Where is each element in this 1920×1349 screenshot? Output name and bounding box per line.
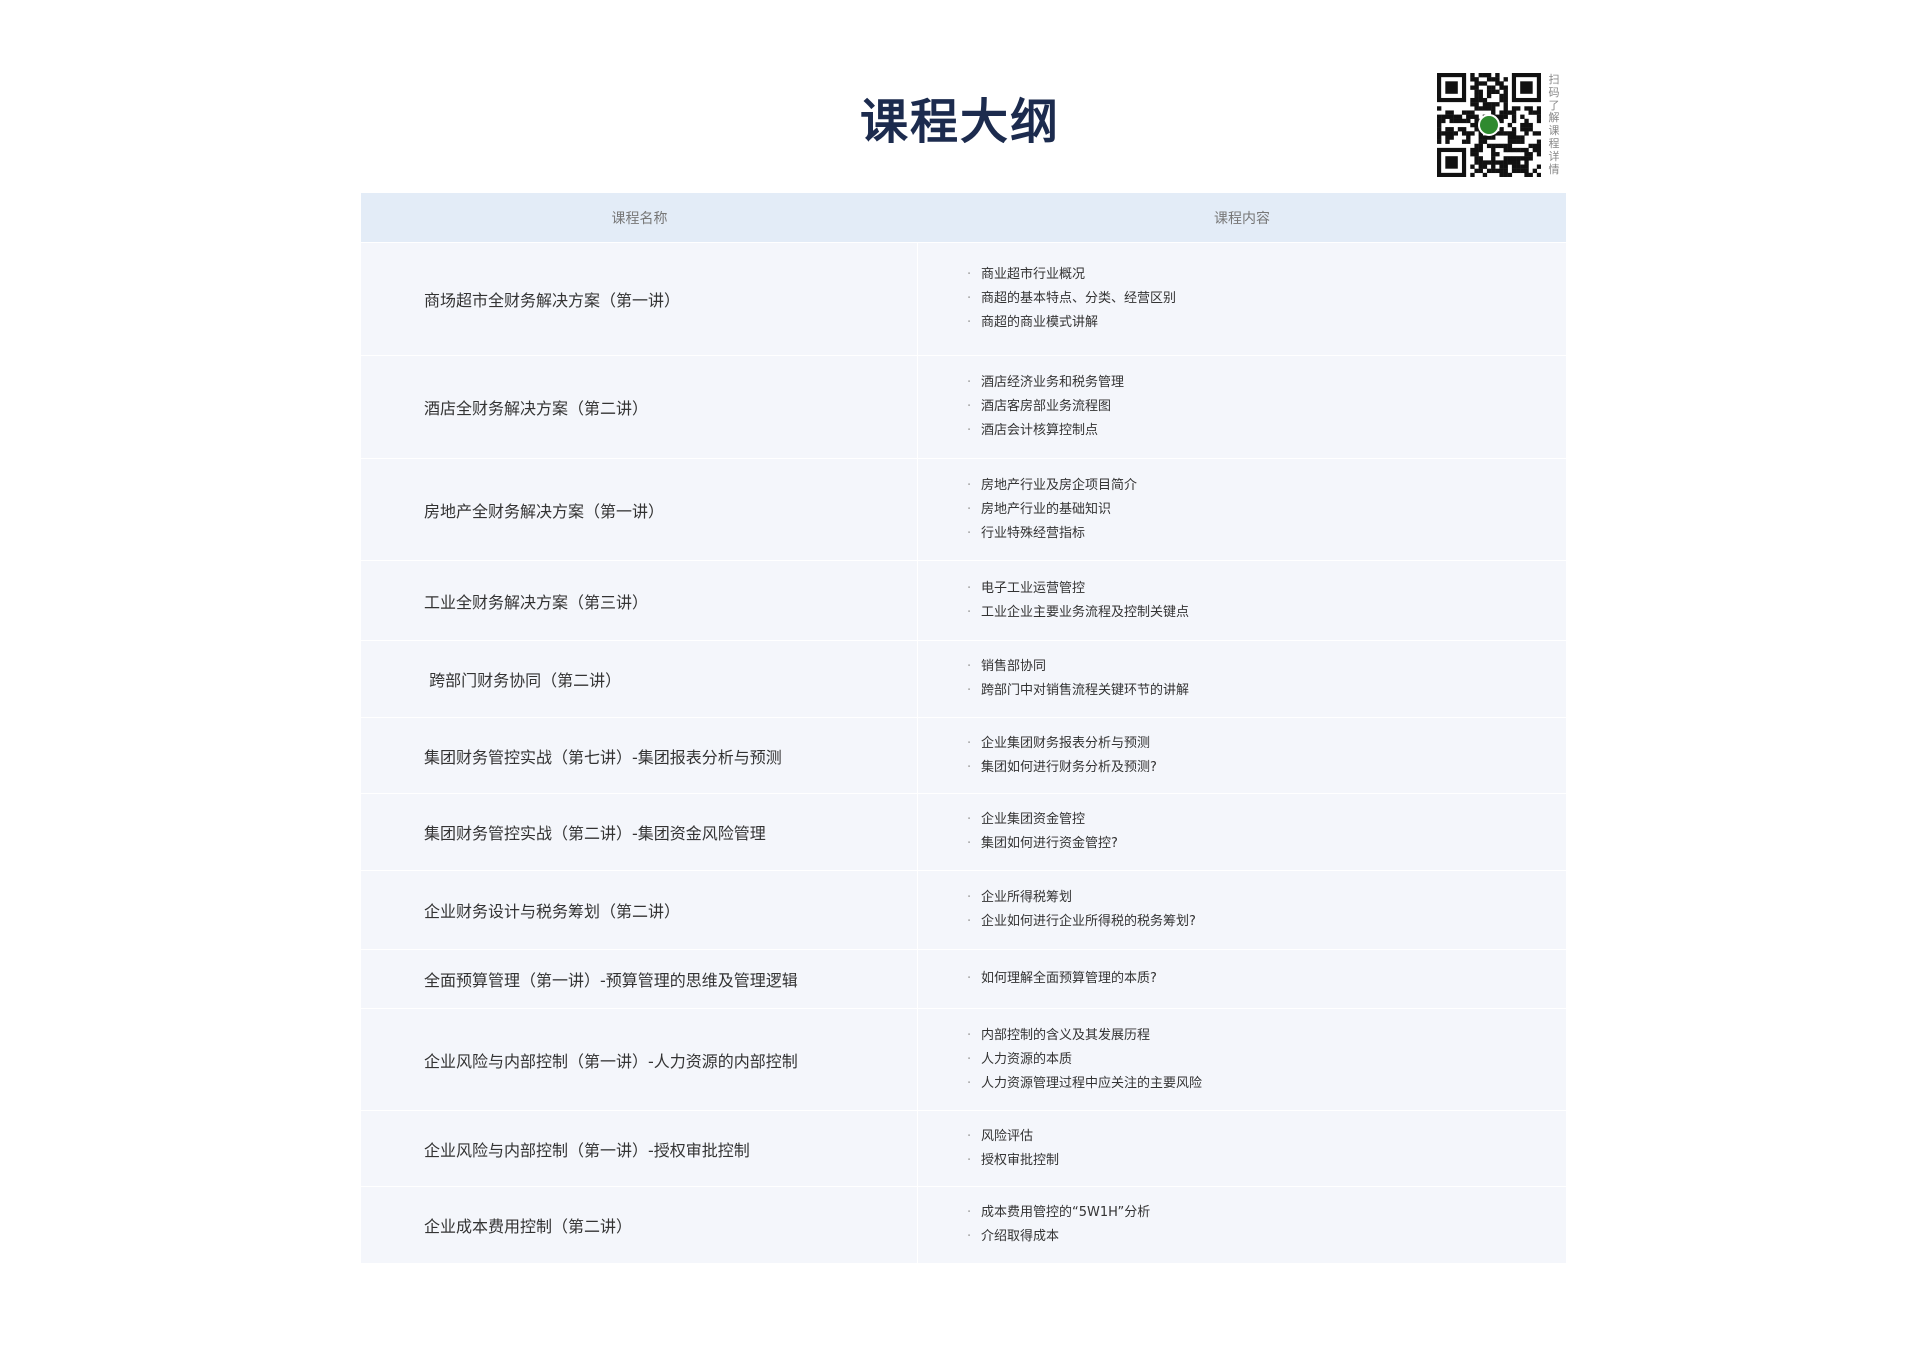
topic-list: 酒店经济业务和税务管理酒店客房部业务流程图酒店会计核算控制点: [967, 371, 1566, 443]
topic-list: 企业所得税筹划企业如何进行企业所得税的税务筹划?: [967, 886, 1566, 934]
topic-list: 如何理解全面预算管理的本质?: [967, 967, 1566, 991]
topic-item: 人力资源管理过程中应关注的主要风险: [967, 1072, 1566, 1096]
course-outline-table: 课程名称 课程内容 商场超市全财务解决方案（第一讲） 商业超市行业概况商超的基本特…: [361, 193, 1566, 1263]
topic-list: 风险评估授权审批控制: [967, 1125, 1566, 1173]
table-row: 集团财务管控实战（第二讲）-集团资金风险管理 企业集团资金管控集团如何进行资金管控…: [361, 793, 1566, 870]
table-row: 工业全财务解决方案（第三讲） 电子工业运营管控工业企业主要业务流程及控制关键点: [361, 560, 1566, 640]
course-name-cell: 企业财务设计与税务筹划（第二讲）: [361, 870, 918, 949]
topic-list: 内部控制的含义及其发展历程人力资源的本质人力资源管理过程中应关注的主要风险: [967, 1024, 1566, 1096]
topic-item: 集团如何进行资金管控?: [967, 832, 1566, 856]
topic-list: 房地产行业及房企项目简介房地产行业的基础知识行业特殊经营指标: [967, 474, 1566, 546]
topic-item: 跨部门中对销售流程关键环节的讲解: [967, 679, 1566, 703]
table-row: 商场超市全财务解决方案（第一讲） 商业超市行业概况商超的基本特点、分类、经营区别商…: [361, 242, 1566, 355]
topic-item: 商业超市行业概况: [967, 263, 1566, 287]
table-row: 跨部门财务协同（第二讲） 销售部协同跨部门中对销售流程关键环节的讲解: [361, 640, 1566, 717]
course-outline-page: 课程大纲 扫码了解课程详情 课程名称 课程内容 商场超市全财务解决方案（第一讲）…: [0, 0, 1920, 1349]
qr-logo-icon: [1478, 114, 1500, 136]
course-name-cell: 企业风险与内部控制（第一讲）-授权审批控制: [361, 1110, 918, 1186]
course-content-cell: 商业超市行业概况商超的基本特点、分类、经营区别商超的商业模式讲解: [918, 242, 1566, 355]
table-header-row: 课程名称 课程内容: [361, 193, 1566, 242]
course-name-cell: 全面预算管理（第一讲）-预算管理的思维及管理逻辑: [361, 949, 918, 1008]
topic-item: 成本费用管控的“5W1H”分析: [967, 1201, 1566, 1225]
course-name-cell: 企业风险与内部控制（第一讲）-人力资源的内部控制: [361, 1008, 918, 1110]
table-row: 房地产全财务解决方案（第一讲） 房地产行业及房企项目简介房地产行业的基础知识行业特…: [361, 458, 1566, 560]
course-name-cell: 工业全财务解决方案（第三讲）: [361, 560, 918, 640]
table-row: 企业风险与内部控制（第一讲）-授权审批控制 风险评估授权审批控制: [361, 1110, 1566, 1186]
course-content-cell: 企业所得税筹划企业如何进行企业所得税的税务筹划?: [918, 870, 1566, 949]
course-name-cell: 集团财务管控实战（第二讲）-集团资金风险管理: [361, 793, 918, 870]
table-row: 全面预算管理（第一讲）-预算管理的思维及管理逻辑 如何理解全面预算管理的本质?: [361, 949, 1566, 1008]
course-content-cell: 销售部协同跨部门中对销售流程关键环节的讲解: [918, 640, 1566, 717]
qr-caption: 扫码了解课程详情: [1548, 73, 1560, 176]
topic-item: 介绍取得成本: [967, 1225, 1566, 1249]
topic-item: 电子工业运营管控: [967, 577, 1566, 601]
course-name-cell: 企业成本费用控制（第二讲）: [361, 1186, 918, 1263]
topic-item: 企业如何进行企业所得税的税务筹划?: [967, 910, 1566, 934]
topic-item: 房地产行业及房企项目简介: [967, 474, 1566, 498]
table-row: 企业成本费用控制（第二讲） 成本费用管控的“5W1H”分析介绍取得成本: [361, 1186, 1566, 1263]
course-content-cell: 电子工业运营管控工业企业主要业务流程及控制关键点: [918, 560, 1566, 640]
topic-item: 企业所得税筹划: [967, 886, 1566, 910]
topic-item: 酒店会计核算控制点: [967, 419, 1566, 443]
topic-item: 内部控制的含义及其发展历程: [967, 1024, 1566, 1048]
topic-list: 电子工业运营管控工业企业主要业务流程及控制关键点: [967, 577, 1566, 625]
topic-item: 企业集团财务报表分析与预测: [967, 732, 1566, 756]
header-course-name: 课程名称: [361, 193, 918, 242]
table-row: 酒店全财务解决方案（第二讲） 酒店经济业务和税务管理酒店客房部业务流程图酒店会计核…: [361, 355, 1566, 458]
topic-item: 人力资源的本质: [967, 1048, 1566, 1072]
qr-code: [1437, 73, 1541, 177]
course-name-cell: 商场超市全财务解决方案（第一讲）: [361, 242, 918, 355]
table-row: 集团财务管控实战（第七讲）-集团报表分析与预测 企业集团财务报表分析与预测集团如何…: [361, 717, 1566, 793]
course-name-cell: 集团财务管控实战（第七讲）-集团报表分析与预测: [361, 717, 918, 793]
topic-item: 商超的基本特点、分类、经营区别: [967, 287, 1566, 311]
course-content-cell: 酒店经济业务和税务管理酒店客房部业务流程图酒店会计核算控制点: [918, 355, 1566, 458]
topic-item: 房地产行业的基础知识: [967, 498, 1566, 522]
topic-item: 工业企业主要业务流程及控制关键点: [967, 601, 1566, 625]
course-content-cell: 风险评估授权审批控制: [918, 1110, 1566, 1186]
topic-item: 风险评估: [967, 1125, 1566, 1149]
topic-item: 授权审批控制: [967, 1149, 1566, 1173]
topic-item: 企业集团资金管控: [967, 808, 1566, 832]
topic-item: 如何理解全面预算管理的本质?: [967, 967, 1566, 991]
course-content-cell: 企业集团资金管控集团如何进行资金管控?: [918, 793, 1566, 870]
topic-item: 酒店经济业务和税务管理: [967, 371, 1566, 395]
topic-list: 商业超市行业概况商超的基本特点、分类、经营区别商超的商业模式讲解: [967, 263, 1566, 335]
topic-list: 企业集团财务报表分析与预测集团如何进行财务分析及预测?: [967, 732, 1566, 780]
topic-item: 集团如何进行财务分析及预测?: [967, 756, 1566, 780]
course-name-cell: 房地产全财务解决方案（第一讲）: [361, 458, 918, 560]
page-title: 课程大纲: [859, 94, 1060, 150]
header-course-content: 课程内容: [918, 193, 1566, 242]
course-content-cell: 房地产行业及房企项目简介房地产行业的基础知识行业特殊经营指标: [918, 458, 1566, 560]
topic-item: 商超的商业模式讲解: [967, 311, 1566, 335]
course-name-cell: 跨部门财务协同（第二讲）: [361, 640, 918, 717]
course-content-cell: 企业集团财务报表分析与预测集团如何进行财务分析及预测?: [918, 717, 1566, 793]
topic-list: 销售部协同跨部门中对销售流程关键环节的讲解: [967, 655, 1566, 703]
topic-list: 企业集团资金管控集团如何进行资金管控?: [967, 808, 1566, 856]
topic-item: 销售部协同: [967, 655, 1566, 679]
topic-item: 行业特殊经营指标: [967, 522, 1566, 546]
topic-item: 酒店客房部业务流程图: [967, 395, 1566, 419]
course-content-cell: 内部控制的含义及其发展历程人力资源的本质人力资源管理过程中应关注的主要风险: [918, 1008, 1566, 1110]
topic-list: 成本费用管控的“5W1H”分析介绍取得成本: [967, 1201, 1566, 1249]
course-name-cell: 酒店全财务解决方案（第二讲）: [361, 355, 918, 458]
table-row: 企业财务设计与税务筹划（第二讲） 企业所得税筹划企业如何进行企业所得税的税务筹划?: [361, 870, 1566, 949]
course-content-cell: 如何理解全面预算管理的本质?: [918, 949, 1566, 1008]
table-row: 企业风险与内部控制（第一讲）-人力资源的内部控制内部控制的含义及其发展历程人力资…: [361, 1008, 1566, 1110]
course-content-cell: 成本费用管控的“5W1H”分析介绍取得成本: [918, 1186, 1566, 1263]
